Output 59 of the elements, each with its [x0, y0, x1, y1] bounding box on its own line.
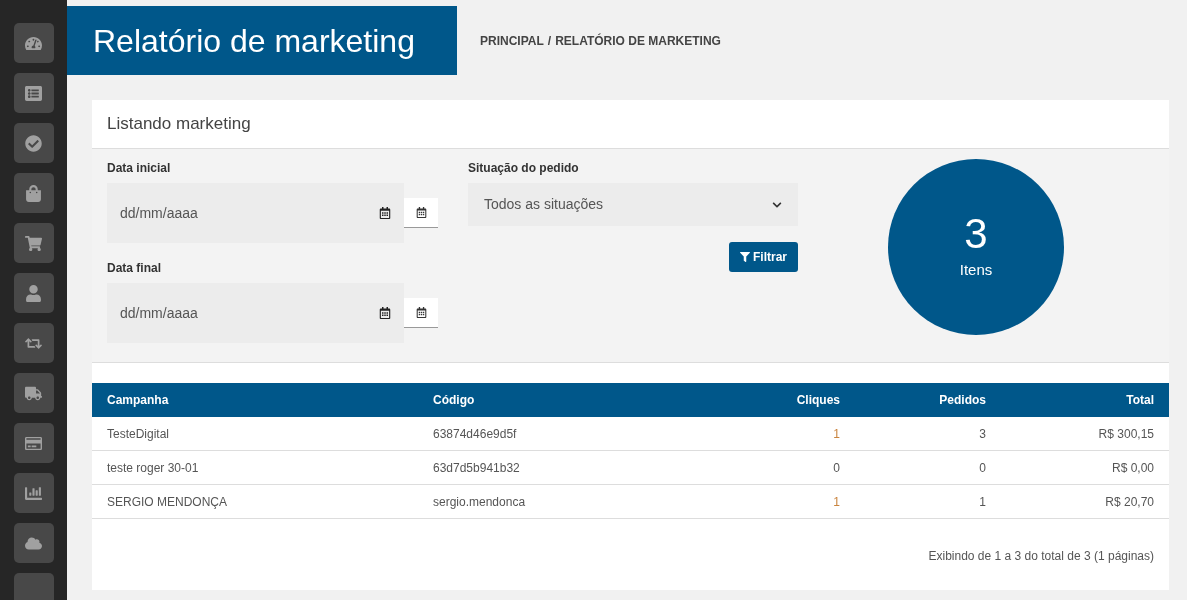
calendar-icon	[379, 307, 391, 319]
table-cell-text: TesteDigital	[107, 425, 171, 443]
sidebar-button[interactable]	[13, 523, 54, 563]
cart-icon	[25, 234, 42, 252]
filter-icon	[740, 252, 750, 262]
calendar-button[interactable]	[404, 298, 438, 328]
field-label: Data final	[107, 260, 162, 277]
table-cell-text: 1	[978, 493, 986, 511]
sidebar-button[interactable]	[13, 223, 54, 263]
count-value: 3	[964, 212, 988, 255]
sidebar-button[interactable]	[13, 23, 54, 63]
pagination-info: Exibindo de 1 a 3 do total de 3 (1 páginas)	[927, 548, 1155, 565]
date-field[interactable]: dd/mm/aaaa	[107, 283, 404, 343]
breadcrumb-separator: /	[547, 32, 552, 50]
table-cell: 0	[833, 460, 840, 475]
calendar-button[interactable]	[404, 198, 438, 228]
calendar-icon	[379, 207, 391, 219]
filter-button[interactable]: Filtrar	[729, 242, 798, 272]
column-header: Cliques	[795, 392, 840, 409]
bar-chart-icon	[25, 484, 42, 502]
table-cell-text: 63874d46e9d5f	[433, 425, 518, 443]
sidebar-button[interactable]	[13, 423, 54, 463]
table-cell-text: 63d7d5b941b32	[433, 459, 521, 477]
user-icon	[25, 284, 42, 302]
table-cell-text: R$ 20,70	[1104, 493, 1154, 511]
sidebar-button[interactable]	[13, 123, 54, 163]
sidebar-button[interactable]	[13, 173, 54, 213]
table-cell-text: R$ 0,00	[1110, 459, 1154, 477]
breadcrumb-link[interactable]: RELATÓRIO DE MARKETING	[555, 31, 721, 50]
dashboard-icon	[25, 34, 42, 52]
chevron-down-icon	[772, 199, 782, 210]
truck-icon	[25, 384, 42, 402]
column-header: Total	[1125, 392, 1154, 409]
sidebar-button[interactable]	[13, 73, 54, 113]
table-cell-text: 0	[978, 459, 986, 477]
date-field[interactable]: dd/mm/aaaa	[107, 183, 404, 243]
sidebar-button[interactable]	[13, 473, 54, 513]
calendar-icon	[415, 207, 427, 218]
sidebar-button[interactable]	[13, 323, 54, 363]
count-label: Itens	[959, 259, 993, 280]
credit-card-icon	[25, 434, 42, 452]
breadcrumb-link[interactable]: PRINCIPAL	[480, 31, 544, 50]
column-header: Pedidos	[938, 392, 986, 409]
table-cell-text: R$ 300,15	[1097, 425, 1154, 443]
page-title: Relatório de marketing	[67, 6, 457, 75]
table-cell-text: 3	[978, 425, 986, 443]
table-cell-text: SERGIO MENDONÇA	[107, 493, 228, 511]
table-cell-text: sergio.mendonca	[433, 493, 527, 511]
shopping-bag-icon	[25, 184, 42, 202]
field-label: Data inicial	[107, 160, 172, 177]
list-icon	[25, 84, 42, 102]
calendar-icon	[415, 307, 427, 318]
column-header: Campanha	[107, 392, 170, 409]
sidebar-button[interactable]	[13, 373, 54, 413]
column-header: Código	[433, 392, 476, 409]
sidebar-button[interactable]	[13, 273, 54, 313]
table-cell-text: teste roger 30-01	[107, 459, 200, 477]
status-select[interactable]: Todos as situações	[468, 183, 798, 226]
field-label: Situação do pedido	[468, 160, 580, 177]
